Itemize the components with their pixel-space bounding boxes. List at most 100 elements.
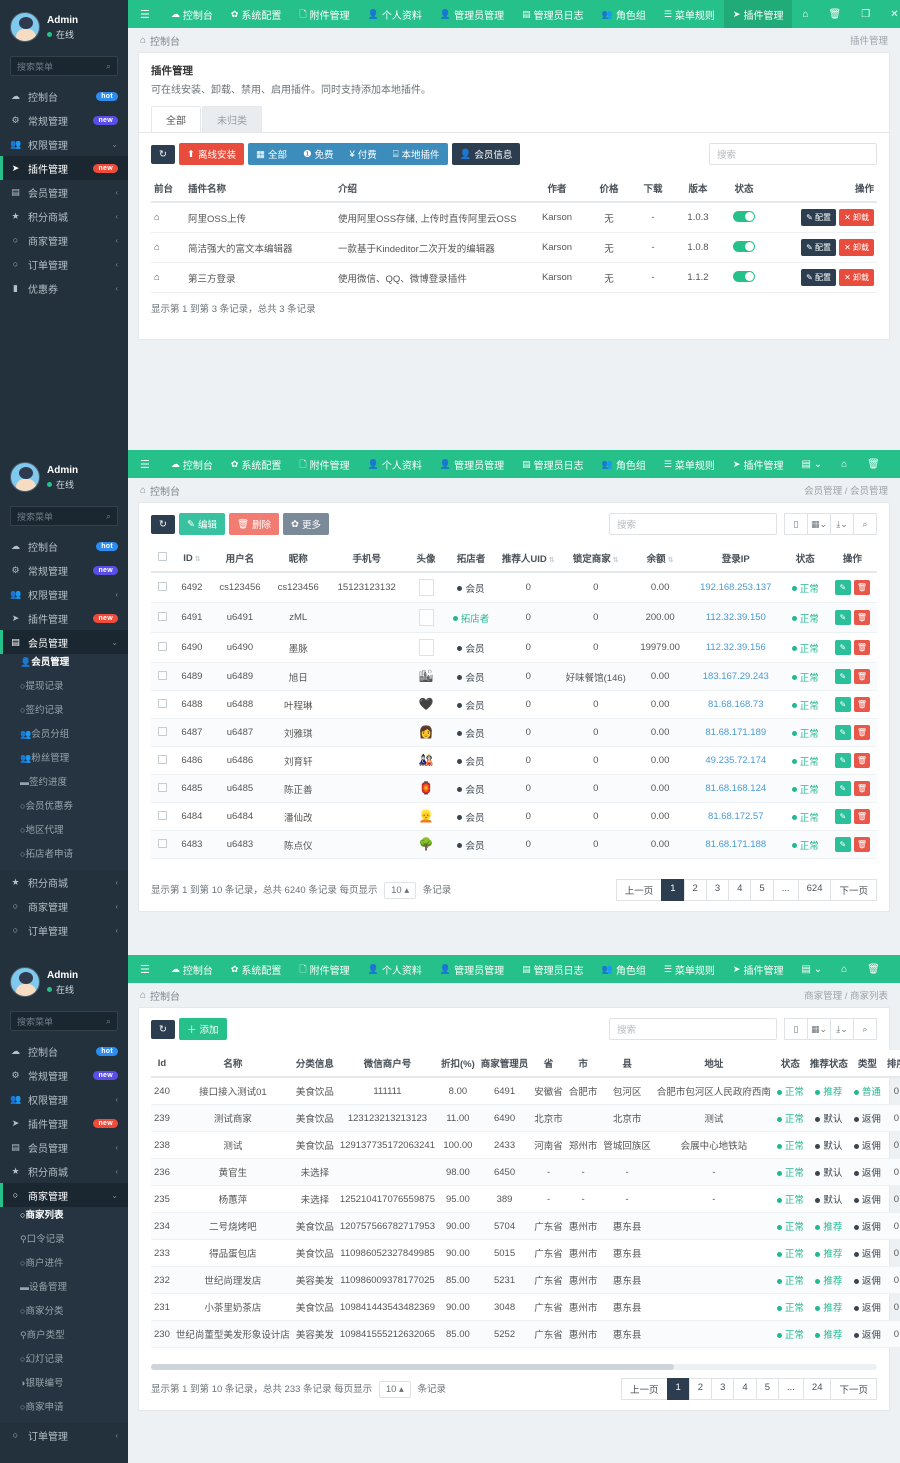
trash-icon[interactable]: 🗑 xyxy=(857,955,890,983)
edit-button[interactable]: ✎ 编辑 xyxy=(178,513,225,535)
table-row[interactable]: 238 测试 美食饮品 129137735172063241 100.00 2433 河南省… xyxy=(151,1131,900,1159)
pagination-2[interactable]: 2 xyxy=(688,1378,713,1400)
pagination-2[interactable]: 2 xyxy=(683,879,707,901)
copy-icon[interactable]: ❐ xyxy=(890,955,900,983)
pagination-4[interactable]: 4 xyxy=(728,879,752,901)
tab-all[interactable]: 全部 xyxy=(151,106,201,132)
edit-button[interactable]: ✎ xyxy=(834,753,851,768)
sidebar-subitem-5[interactable]: ⚲商户类型 xyxy=(0,1327,128,1351)
table-row[interactable]: 6487 u6487 刘雅琪 👩 会员 0 0 0.00 81.68.171.189 正常 ✎ 🗑 xyxy=(151,718,877,747)
columns-icon[interactable]: ▯ xyxy=(784,1018,808,1040)
topnav-item-system-config[interactable]: ✿ 系统配置 xyxy=(222,955,291,983)
col-balance[interactable]: 余额 ⇅ xyxy=(631,545,689,573)
topnav-item-admin-log[interactable]: ▤ 管理员日志 xyxy=(513,955,593,983)
pagination-1[interactable]: 1 xyxy=(666,1378,690,1400)
sidebar-item-permission[interactable]: 👥 权限管理 ⌄ xyxy=(0,132,128,156)
pagination-3[interactable]: 3 xyxy=(711,1378,735,1400)
sidebar-subitem-1[interactable]: ⚲口令记录 xyxy=(0,1231,128,1255)
pagination-...[interactable]: ... xyxy=(777,1378,804,1400)
sidebar-item-plugin[interactable]: ➤ 插件管理 new xyxy=(0,1111,128,1135)
avatar[interactable]: 🎎 xyxy=(419,753,434,767)
filter-paid-button[interactable]: ¥ 付费 xyxy=(341,143,385,165)
search-input[interactable]: 搜索 xyxy=(709,143,877,165)
sidebar-subitem-4[interactable]: 👥粉丝管理 xyxy=(0,750,128,774)
member-info-button[interactable]: 👤 会员信息 xyxy=(451,143,521,165)
sidebar-subitem-2[interactable]: ○签约记录 xyxy=(0,702,128,726)
home-icon[interactable]: ⌂ xyxy=(792,0,818,28)
topnav-item-dashboard[interactable]: ☁ 控制台 xyxy=(162,955,222,983)
plugin-status-toggle[interactable] xyxy=(721,232,767,263)
sidebar-item-merchant[interactable]: ○ 商家管理 ‹ xyxy=(0,894,128,918)
sidebar-item-plugin[interactable]: ➤ 插件管理 new xyxy=(0,156,128,180)
broken-image-icon[interactable] xyxy=(418,609,434,626)
edit-button[interactable]: ✎ xyxy=(834,697,851,712)
sidebar-subitem-0[interactable]: 👤会员管理 xyxy=(0,654,128,678)
sidebar-item-permission[interactable]: 👥 权限管理 ‹ xyxy=(0,1087,128,1111)
delete-button[interactable]: 🗑 xyxy=(853,781,870,796)
filter-all-button[interactable]: ▦ 全部 xyxy=(247,143,295,165)
pagination-624[interactable]: 624 xyxy=(797,879,832,901)
avatar[interactable]: 🏮 xyxy=(419,781,434,795)
sidebar-item-general[interactable]: ⚙ 常规管理 new xyxy=(0,1063,128,1087)
sidebar-item-points-mall[interactable]: ★ 积分商城 ‹ xyxy=(0,870,128,894)
table-row[interactable]: 6492 cs123456 cs123456 15123123132 会员 0 0 0.00 1… xyxy=(151,572,877,603)
pagination-5[interactable]: 5 xyxy=(755,1378,779,1400)
row-checkbox[interactable] xyxy=(151,746,174,775)
delete-button[interactable]: 🗑 xyxy=(853,837,870,852)
table-row[interactable]: 236黄官生未选择98.006450----正常默认返佣02020-10-28 … xyxy=(151,1158,900,1186)
sidebar-subitem-3[interactable]: 👥会员分组 xyxy=(0,726,128,750)
edit-button[interactable]: ✎ xyxy=(834,640,851,655)
delete-button[interactable]: 🗑 xyxy=(853,753,870,768)
copy-icon[interactable]: ❐ xyxy=(890,450,900,478)
refresh-button[interactable]: ↻ xyxy=(151,514,175,534)
col-lock-merchant[interactable]: 锁定商家 ⇅ xyxy=(559,545,632,573)
sidebar-item-member[interactable]: ▤ 会员管理 ⌄ xyxy=(0,630,128,654)
delete-button[interactable]: 🗑 删除 xyxy=(228,513,280,535)
sidebar-subitem-0[interactable]: ○商家列表 xyxy=(0,1207,128,1231)
topnav-item-role-group[interactable]: 👥 角色组 xyxy=(593,955,655,983)
sidebar-subitem-2[interactable]: ○商户进件 xyxy=(0,1255,128,1279)
edit-button[interactable]: ✎ xyxy=(834,610,851,625)
row-checkbox[interactable] xyxy=(151,602,174,633)
sidebar-subitem-1[interactable]: ○提现记录 xyxy=(0,678,128,702)
table-row[interactable]: 232 世纪尚理发店 美容美发 110986009378177025 85.00 5231… xyxy=(151,1266,900,1294)
table-row[interactable]: 239 测试商家 美食饮品 123123213213123 11.00 6490 北京市 北京… xyxy=(151,1104,900,1132)
window-list-icon[interactable]: ▤ ⌄ xyxy=(792,955,831,983)
topnav-item-role-group[interactable]: 👥 角色组 xyxy=(593,0,655,28)
add-button[interactable]: ＋添加 xyxy=(178,1018,227,1040)
delete-button[interactable]: 🗑 xyxy=(853,580,870,595)
sidebar-subitem-4[interactable]: ○商家分类 xyxy=(0,1303,128,1327)
table-row[interactable]: 6488 u6488 叶程琳 🖤 会员 0 0 0.00 81.68.168.73 正常 ✎ 🗑 xyxy=(151,690,877,719)
filter-search-icon[interactable]: ⌕ xyxy=(853,1018,877,1040)
table-row[interactable]: 6484 u6484 潘仙改 👱 会员 0 0 0.00 81.68.172.57 正常 ✎ 🗑 xyxy=(151,802,877,831)
frontend-home-icon[interactable]: ⌂ xyxy=(151,262,185,293)
home-icon[interactable]: ⌂ xyxy=(831,955,857,983)
topnav-item-system-config[interactable]: ✿ 系统配置 xyxy=(222,0,291,28)
trash-icon[interactable]: 🗑 xyxy=(857,450,890,478)
refresh-button[interactable]: ↻ xyxy=(151,144,175,164)
broken-image-icon[interactable] xyxy=(418,639,434,656)
sidebar-subitem-6[interactable]: ○幻灯记录 xyxy=(0,1351,128,1375)
topnav-item-admin-management[interactable]: 👤 管理员管理 xyxy=(431,0,513,28)
sidebar-toggle-button[interactable]: ☰ xyxy=(128,0,162,28)
sidebar-toggle-button[interactable]: ☰ xyxy=(128,955,162,983)
topnav-item-attachment[interactable]: 🗋 附件管理 xyxy=(290,955,358,983)
pagination-4[interactable]: 4 xyxy=(733,1378,757,1400)
table-icon[interactable]: ▦⌄ xyxy=(807,513,831,535)
row-checkbox[interactable] xyxy=(151,632,174,663)
avatar[interactable]: 🖤 xyxy=(419,697,434,711)
pagination-5[interactable]: 5 xyxy=(750,879,774,901)
sidebar-item-merchant[interactable]: ○ 商家管理 ⌄ xyxy=(0,1183,128,1207)
tab-uncategorized[interactable]: 未归类 xyxy=(202,106,262,132)
pagination-...[interactable]: ... xyxy=(772,879,799,901)
delete-button[interactable]: 🗑 xyxy=(853,669,870,684)
topnav-item-profile[interactable]: 👤 个人资料 xyxy=(359,955,431,983)
row-checkbox[interactable] xyxy=(151,662,174,691)
topnav-item-menu-rules[interactable]: ☰ 菜单规则 xyxy=(655,0,724,28)
sidebar-item-order[interactable]: ○ 订单管理 ‹ xyxy=(0,918,128,942)
edit-button[interactable]: ✎ xyxy=(834,725,851,740)
checkbox[interactable] xyxy=(157,552,167,561)
table-row[interactable]: 234 二号烧烤吧 美食饮品 120757566782717953 90.00 5704 广… xyxy=(151,1212,900,1240)
sidebar-item-coupon[interactable]: ▮ 优惠券 ‹ xyxy=(0,276,128,300)
sidebar-item-plugin[interactable]: ➤ 插件管理 new xyxy=(0,606,128,630)
